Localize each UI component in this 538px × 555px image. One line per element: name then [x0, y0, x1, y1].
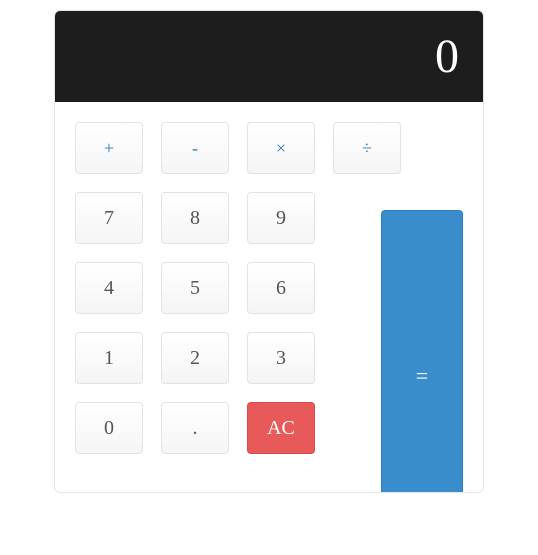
digit-4-button[interactable]: 4	[75, 262, 143, 314]
equals-button[interactable]: =	[381, 210, 463, 493]
digit-2-button[interactable]: 2	[161, 332, 229, 384]
divide-button[interactable]: ÷	[333, 122, 401, 174]
digit-5-button[interactable]: 5	[161, 262, 229, 314]
digit-0-button[interactable]: 0	[75, 402, 143, 454]
subtract-button[interactable]: -	[161, 122, 229, 174]
multiply-button[interactable]: ×	[247, 122, 315, 174]
calculator: 0 + - × ÷ 7 8 9 4 5 6 1 2 3 0 . AC =	[54, 10, 484, 493]
digit-1-button[interactable]: 1	[75, 332, 143, 384]
display: 0	[55, 11, 483, 102]
add-button[interactable]: +	[75, 122, 143, 174]
digit-7-button[interactable]: 7	[75, 192, 143, 244]
digit-3-button[interactable]: 3	[247, 332, 315, 384]
operator-row: + - × ÷	[75, 122, 463, 174]
button-pad: + - × ÷ 7 8 9 4 5 6 1 2 3 0 . AC = ➤	[55, 102, 483, 492]
clear-button[interactable]: AC	[247, 402, 315, 454]
digit-9-button[interactable]: 9	[247, 192, 315, 244]
digit-8-button[interactable]: 8	[161, 192, 229, 244]
digit-6-button[interactable]: 6	[247, 262, 315, 314]
decimal-button[interactable]: .	[161, 402, 229, 454]
